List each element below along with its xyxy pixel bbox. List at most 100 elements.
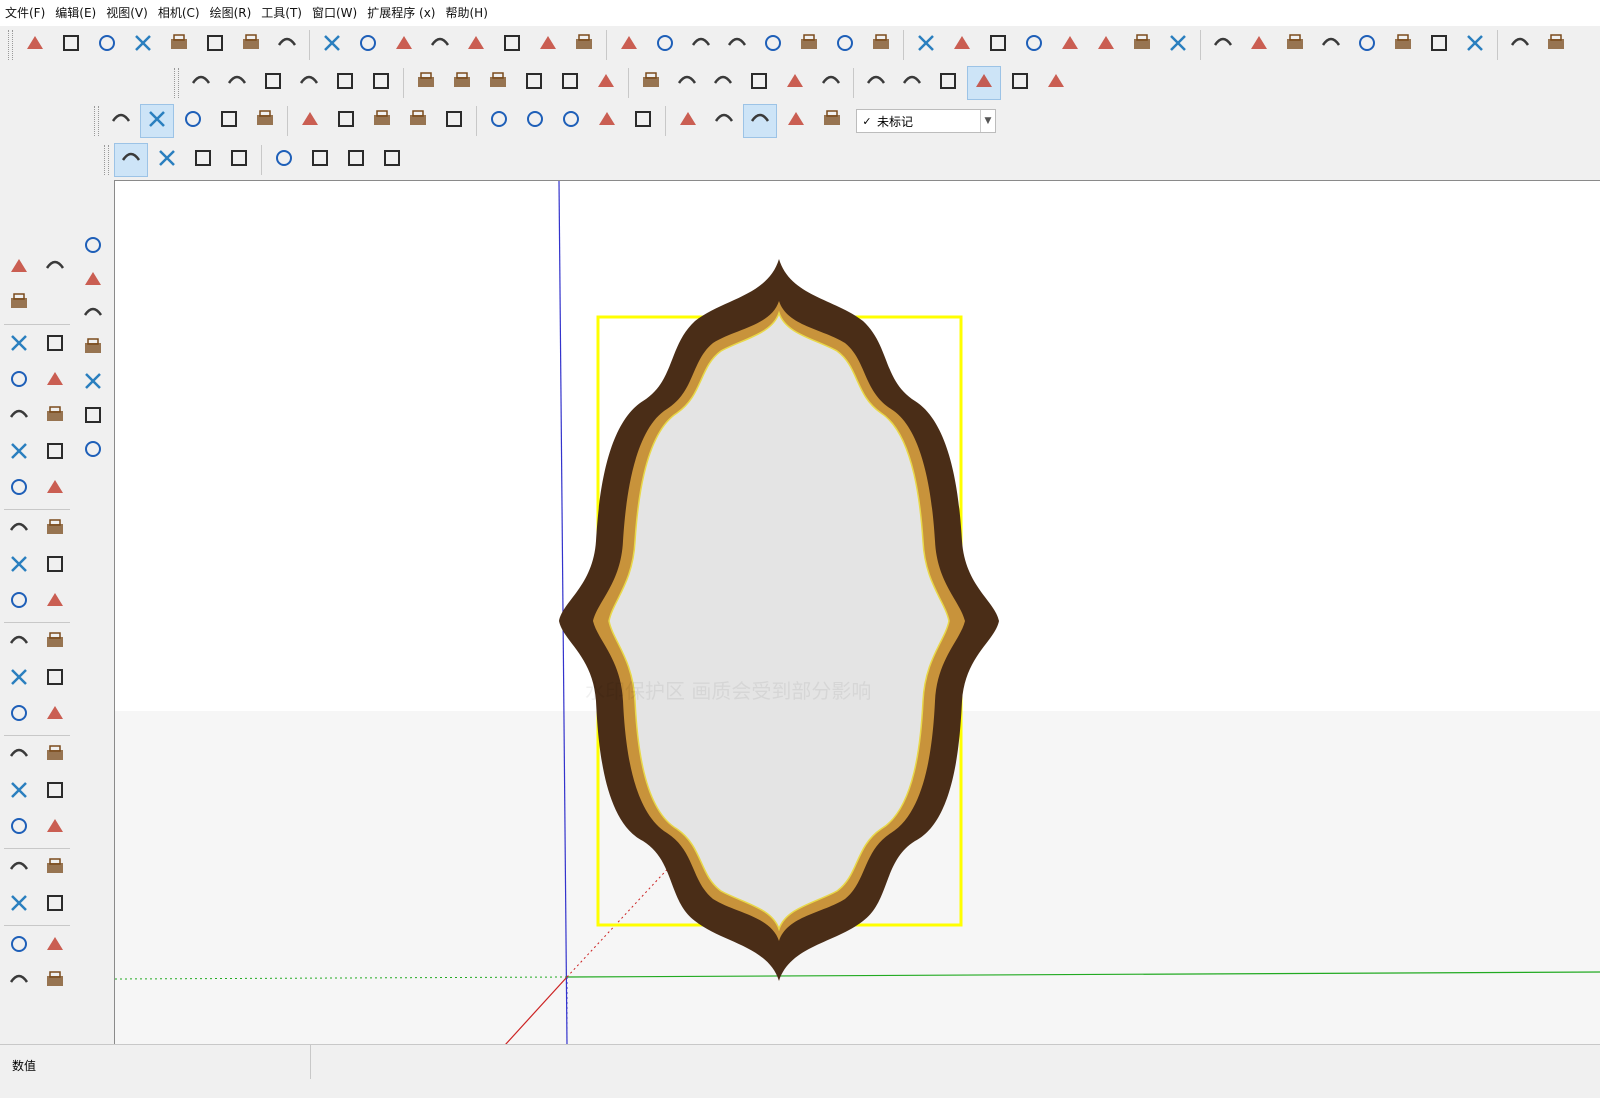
walk-button[interactable] <box>2 888 36 922</box>
collapse-arrow-button[interactable] <box>76 230 110 264</box>
rectangle-tool-button[interactable] <box>2 364 36 398</box>
protractor-button[interactable] <box>2 662 36 696</box>
paint-bucket-button[interactable] <box>76 298 110 332</box>
molecule-button[interactable] <box>303 143 337 177</box>
monochrome-button[interactable] <box>1039 66 1073 100</box>
menu-tools[interactable]: 工具(T) <box>256 0 307 26</box>
node-edit-button[interactable] <box>459 28 493 62</box>
scale-box-button[interactable] <box>553 66 587 100</box>
house-3d-button[interactable] <box>1350 28 1384 62</box>
open-folder-button[interactable] <box>1161 28 1195 62</box>
hidden-line-button[interactable] <box>931 66 965 100</box>
comb-button[interactable] <box>828 28 862 62</box>
tag-dropdown[interactable]: ✓ 未标记 ▼ <box>856 109 996 133</box>
stack-button[interactable] <box>2 965 36 999</box>
3d-text-button[interactable] <box>38 698 72 732</box>
cut-button[interactable] <box>481 66 515 100</box>
previous-view-button[interactable] <box>38 811 72 845</box>
dots-chain-button[interactable] <box>684 28 718 62</box>
wireframe-button[interactable] <box>895 66 929 100</box>
stack-settings-button[interactable] <box>38 965 72 999</box>
stairs-button[interactable] <box>90 28 124 62</box>
menu-file[interactable]: 文件(F) <box>0 0 50 26</box>
dot-button[interactable] <box>401 104 435 138</box>
checkbox-button[interactable] <box>1206 28 1240 62</box>
arch-frame-button[interactable] <box>315 28 349 62</box>
zoom-extents-button[interactable] <box>2 811 36 845</box>
model-info-button[interactable] <box>1089 28 1123 62</box>
circle-tool-button[interactable] <box>2 400 36 434</box>
frame-box-button[interactable] <box>328 66 362 100</box>
rotate-path-button[interactable] <box>351 28 385 62</box>
push-pull-button[interactable] <box>38 513 72 547</box>
bend-button[interactable] <box>517 66 551 100</box>
fan-lines-button[interactable] <box>270 28 304 62</box>
select-arrow-button[interactable] <box>76 366 110 400</box>
brush-button[interactable] <box>1053 28 1087 62</box>
photo-camera-button[interactable] <box>707 104 741 138</box>
cloud-check-button[interactable] <box>186 143 220 177</box>
cursor-bend-button[interactable] <box>256 66 290 100</box>
extrude-button[interactable] <box>292 66 326 100</box>
bar-chart-button[interactable] <box>126 28 160 62</box>
mirror-button[interactable] <box>909 28 943 62</box>
garage-button[interactable] <box>1539 28 1573 62</box>
xray-button[interactable] <box>859 66 893 100</box>
door-button[interactable] <box>1386 28 1420 62</box>
look-around-button[interactable] <box>38 852 72 886</box>
rotate-tool-button[interactable] <box>2 549 36 583</box>
cube-arrow-button[interactable] <box>815 104 849 138</box>
pan-hand-button[interactable] <box>38 739 72 773</box>
select-arrow-button[interactable] <box>2 251 36 285</box>
menu-draw[interactable]: 绘图(R) <box>205 0 257 26</box>
sweep-button[interactable] <box>409 66 443 100</box>
box-tool-button[interactable] <box>567 28 601 62</box>
cloud-nodes-button[interactable] <box>150 143 184 177</box>
rotate-box-button[interactable] <box>589 66 623 100</box>
outer-shell-button[interactable] <box>814 66 848 100</box>
video-camera-button[interactable] <box>671 104 705 138</box>
menu-edit[interactable]: 编辑(E) <box>50 0 101 26</box>
shaded-button[interactable] <box>967 66 1001 100</box>
eraser-button[interactable] <box>2 287 36 321</box>
toolbar-grip[interactable] <box>8 30 13 60</box>
sandbox-from-contours-button[interactable] <box>18 28 52 62</box>
export-frames-button[interactable] <box>329 104 363 138</box>
record-button[interactable] <box>176 104 210 138</box>
arc-button[interactable] <box>648 28 682 62</box>
menu-camera[interactable]: 相机(C) <box>153 0 205 26</box>
axes-tool-button[interactable] <box>2 698 36 732</box>
settings-gear-button[interactable] <box>248 104 282 138</box>
measurements-field[interactable] <box>310 1045 1600 1079</box>
curtain-wall-button[interactable] <box>54 28 88 62</box>
rectangle-button[interactable] <box>518 104 552 138</box>
house-button[interactable] <box>1422 28 1456 62</box>
line-button[interactable] <box>482 104 516 138</box>
pie-tool-button[interactable] <box>38 472 72 506</box>
flip-surface-button[interactable] <box>495 28 529 62</box>
refresh-hex-button[interactable] <box>1314 28 1348 62</box>
pipe-button[interactable] <box>184 66 218 100</box>
toolbar-grip[interactable] <box>174 68 179 98</box>
spiral-line-button[interactable] <box>387 28 421 62</box>
pencil-button[interactable] <box>2 328 36 362</box>
cloud-link-button[interactable] <box>114 143 148 177</box>
warehouse-button[interactable] <box>1458 28 1492 62</box>
hide-eye-button[interactable] <box>554 104 588 138</box>
wave-line-button[interactable] <box>720 28 754 62</box>
rotate-view-button[interactable] <box>1125 28 1159 62</box>
dimension-button[interactable] <box>220 66 254 100</box>
plugin-p-button[interactable] <box>590 104 624 138</box>
offset-tool-button[interactable] <box>38 585 72 619</box>
polygon-tool-button[interactable] <box>38 400 72 434</box>
sandbox-button[interactable] <box>2 929 36 963</box>
zoom-tool-button[interactable] <box>2 775 36 809</box>
panel-button[interactable] <box>981 28 1015 62</box>
arc-tool-button[interactable] <box>2 436 36 470</box>
refresh-check-button[interactable] <box>339 143 373 177</box>
stack-surface-button[interactable] <box>531 28 565 62</box>
cloud-list-button[interactable] <box>222 143 256 177</box>
cone-button[interactable] <box>437 104 471 138</box>
subtract-button[interactable] <box>706 66 740 100</box>
zoom-window-button[interactable] <box>38 775 72 809</box>
